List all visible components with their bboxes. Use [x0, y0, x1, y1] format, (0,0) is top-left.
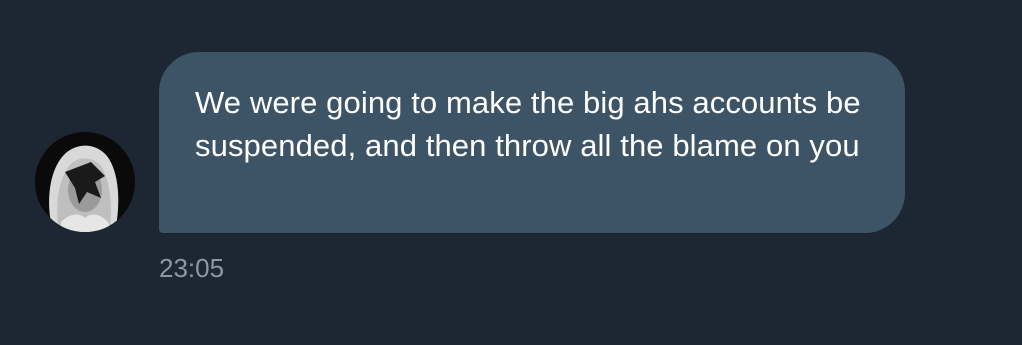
avatar[interactable] [35, 132, 135, 232]
message-text: We were going to make the big ahs accoun… [195, 85, 861, 163]
conversation-view: We were going to make the big ahs accoun… [0, 0, 1022, 345]
message-timestamp: 23:05 [159, 253, 225, 283]
avatar-photo-icon [35, 132, 135, 232]
message-bubble[interactable]: We were going to make the big ahs accoun… [159, 52, 905, 233]
